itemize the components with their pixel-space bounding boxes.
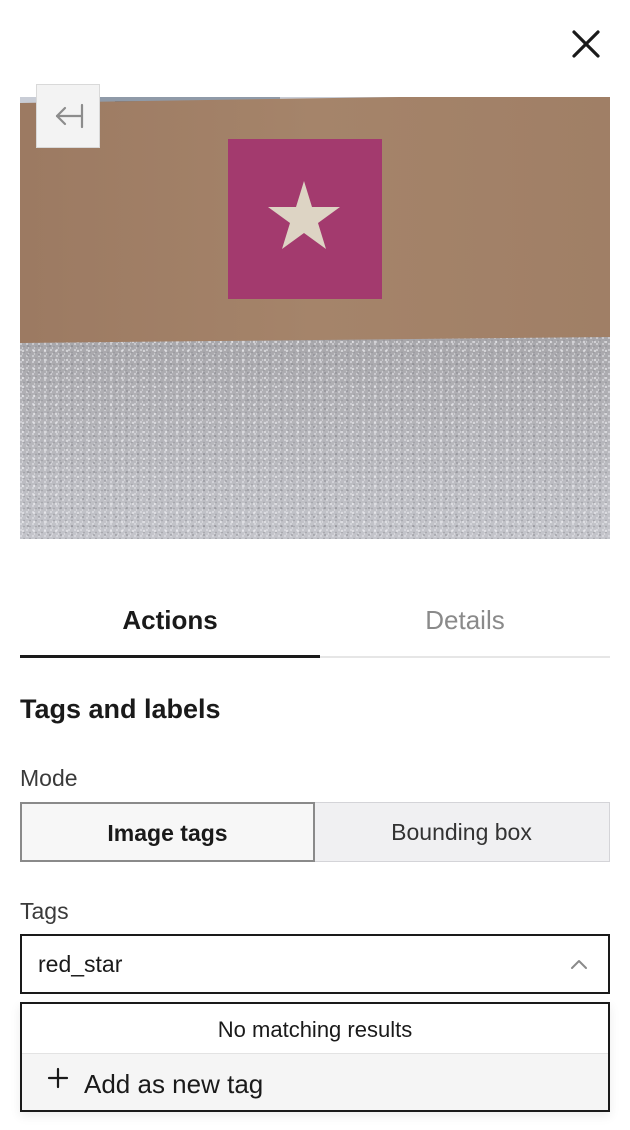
mode-label: Mode xyxy=(20,765,78,791)
collapse-left-icon xyxy=(55,103,84,129)
panel-tabs: Actions Details xyxy=(20,590,610,658)
plus-icon xyxy=(44,1064,72,1092)
tags-combobox[interactable] xyxy=(20,934,610,994)
mode-image-tags-button[interactable]: Image tags xyxy=(20,802,315,862)
tab-details[interactable]: Details xyxy=(315,590,615,658)
add-new-tag-option[interactable]: Add as new tag xyxy=(22,1054,608,1110)
tags-input[interactable] xyxy=(38,936,538,992)
mode-segmented-control: Image tags Bounding box xyxy=(20,802,610,862)
no-results-message: No matching results xyxy=(22,1004,608,1054)
collapse-panel-button[interactable] xyxy=(36,84,100,148)
tags-label: Tags xyxy=(20,898,69,924)
chevron-up-icon[interactable] xyxy=(568,954,590,976)
tags-dropdown: No matching results Add as new tag xyxy=(20,1002,610,1112)
image-preview xyxy=(20,97,610,539)
add-new-tag-label: Add as new tag xyxy=(84,1069,264,1099)
close-icon xyxy=(572,30,600,58)
tab-actions[interactable]: Actions xyxy=(20,590,320,658)
section-title: Tags and labels xyxy=(20,694,221,724)
close-button[interactable] xyxy=(566,24,606,64)
mode-bounding-box-button[interactable]: Bounding box xyxy=(313,802,610,862)
